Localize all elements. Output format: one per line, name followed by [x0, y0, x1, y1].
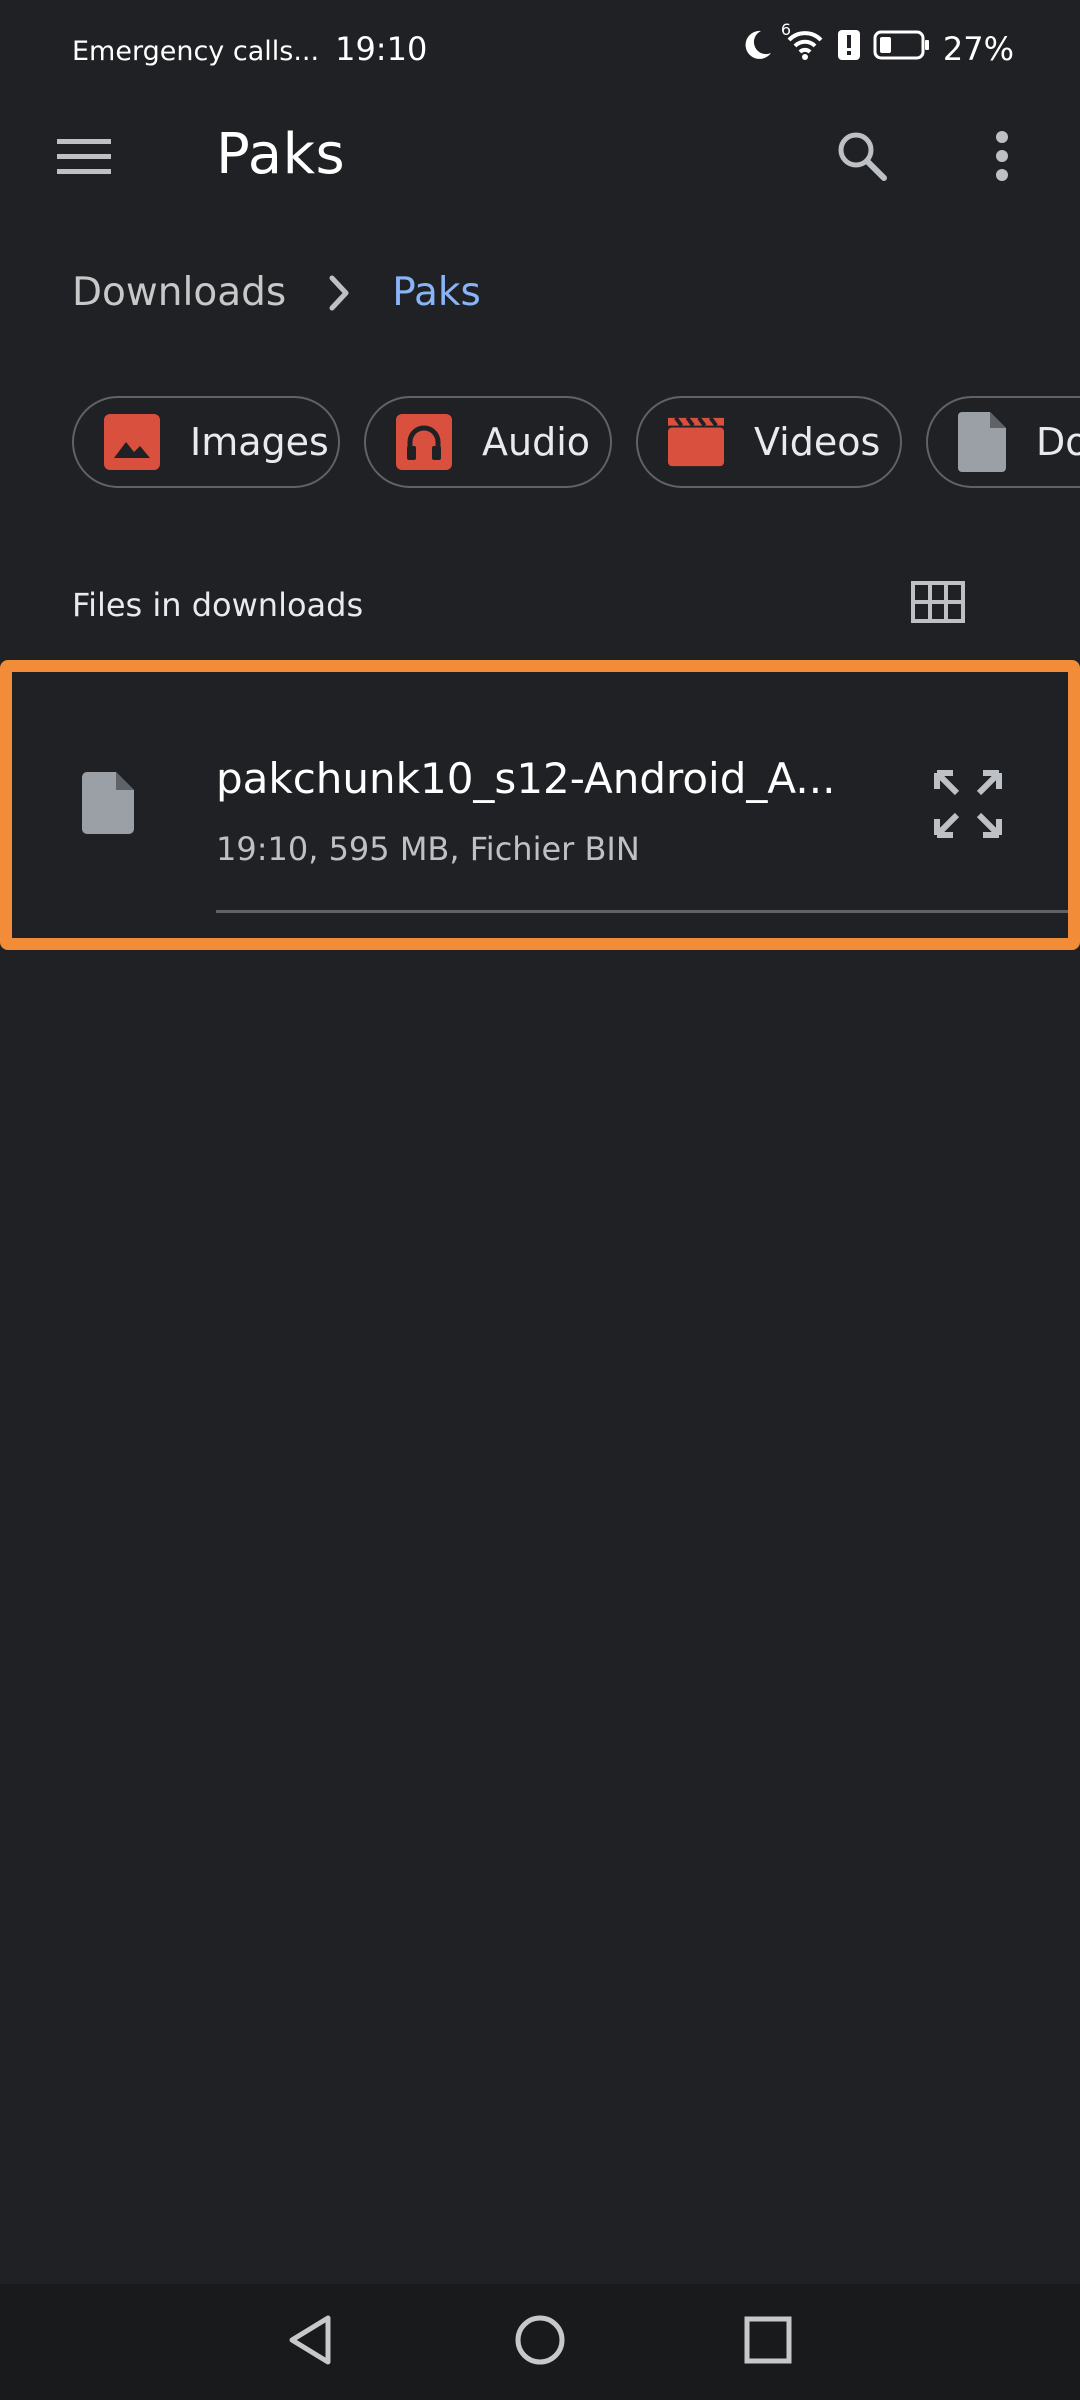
breadcrumb-current[interactable]: Paks [392, 270, 481, 315]
app-bar: Paks [0, 104, 1080, 208]
fullscreen-icon [933, 769, 1003, 843]
recents-square-icon [742, 2314, 794, 2370]
grid-view-icon [911, 581, 965, 627]
hamburger-icon [55, 135, 113, 183]
status-left: Emergency calls... 19:10 [72, 30, 427, 68]
document-icon [958, 412, 1006, 472]
search-icon [834, 128, 890, 188]
battery-percent: 27% [942, 30, 1014, 68]
image-icon [104, 414, 160, 470]
file-name: pakchunk10_s12-Android_A... [216, 754, 836, 803]
chip-images[interactable]: Images [72, 396, 340, 488]
chevron-right-icon [328, 274, 352, 312]
home-circle-icon [512, 2312, 568, 2372]
chip-audio[interactable]: Audio [364, 396, 612, 488]
battery-icon [873, 30, 931, 68]
file-meta: 19:10, 595 MB, Fichier BIN [216, 830, 640, 868]
chip-videos[interactable]: Videos [636, 396, 902, 488]
chip-documents[interactable]: Documents [926, 396, 1080, 488]
network-generation-label: 6 [780, 20, 792, 39]
page-title: Paks [216, 122, 346, 187]
row-divider [216, 910, 1068, 913]
chip-label: Documents [1036, 420, 1080, 464]
back-button[interactable] [270, 2302, 350, 2382]
category-chips: Images Audio Videos Do [72, 396, 1080, 492]
grid-view-button[interactable] [900, 572, 976, 636]
more-options-button[interactable] [962, 122, 1042, 194]
wifi-icon: 6 [781, 20, 825, 70]
section-title: Files in downloads [72, 586, 364, 624]
status-right: 6 27% [743, 20, 1014, 70]
file-icon [82, 772, 154, 852]
navigation-bar [0, 2284, 1080, 2400]
menu-button[interactable] [44, 126, 124, 192]
chip-label: Audio [482, 420, 591, 464]
status-bar: Emergency calls... 19:10 6 27% [0, 0, 1080, 104]
alert-icon [837, 29, 861, 69]
carrier-text: Emergency calls... [72, 36, 320, 67]
moon-icon [743, 29, 773, 69]
movie-icon [668, 414, 724, 470]
headphones-icon [396, 414, 452, 470]
breadcrumb-downloads[interactable]: Downloads [72, 270, 286, 315]
file-list-item[interactable]: pakchunk10_s12-Android_A... 19:10, 595 M… [0, 660, 1080, 950]
breadcrumb: Downloads Paks [72, 270, 481, 315]
chip-label: Images [190, 420, 329, 464]
home-button[interactable] [500, 2302, 580, 2382]
search-button[interactable] [822, 122, 902, 194]
recents-button[interactable] [728, 2302, 808, 2382]
status-time: 19:10 [335, 30, 428, 68]
screen: Emergency calls... 19:10 6 27% Paks Down… [0, 0, 1080, 2400]
more-vert-icon [994, 130, 1010, 186]
expand-button[interactable] [926, 764, 1010, 848]
chip-label: Videos [754, 420, 881, 464]
back-triangle-icon [284, 2312, 336, 2372]
